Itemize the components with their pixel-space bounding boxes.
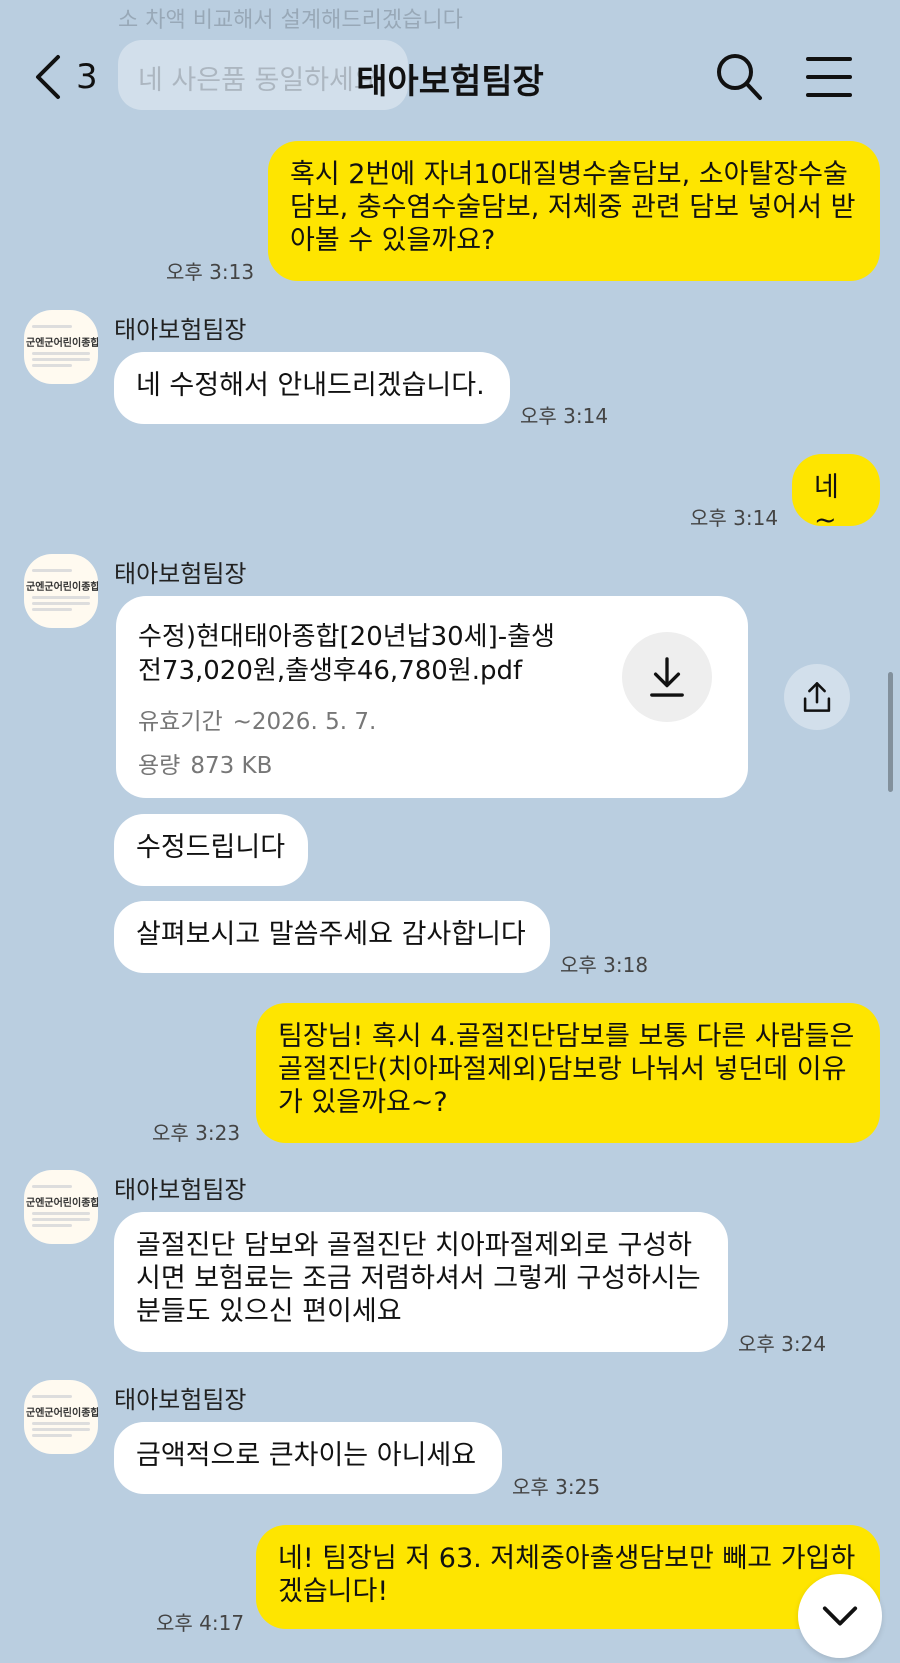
their-message-bubble[interactable]: 골절진단 담보와 골절진단 치아파절제외로 구성하 시면 보험료는 조금 저렴하… [114,1212,728,1352]
sender-name: 태아보험팀장 [114,560,247,588]
avatar-label: 군엔군어린이종합보험 [26,1198,98,1209]
message-time: 오후 4:17 [156,1611,245,1635]
their-message-bubble[interactable]: 네 수정해서 안내드리겠습니다. [114,352,510,424]
share-icon [803,682,831,712]
avatar-label: 군엔군어린이종합보험 [26,582,98,593]
sender-avatar[interactable]: 군엔군어린이종합보험 [24,1380,98,1454]
chat-header: 소 차액 비교해서 설계해드리겠습니다 네 사은품 동일하세요 3 태아보험팀장 [0,0,900,150]
file-size: 용량 873 KB [138,746,726,780]
sender-avatar[interactable]: 군엔군어린이종합보험 [24,310,98,384]
menu-button[interactable] [804,54,854,100]
chat-scrollbar[interactable] [888,672,893,792]
message-time: 오후 3:14 [520,404,609,428]
my-message-bubble[interactable]: 네~ [792,454,880,536]
chat-title: 태아보험팀장 [356,62,544,102]
their-message-bubble[interactable]: 금액적으로 큰차이는 아니세요 [114,1422,502,1494]
their-message-bubble[interactable]: 수정드립니다 [114,814,308,886]
message-time: 오후 3:13 [166,260,255,284]
file-size-value: 873 KB [190,753,273,779]
message-time: 오후 3:23 [152,1121,241,1145]
sender-avatar[interactable]: 군엔군어린이종합보험 [24,1170,98,1244]
sender-name: 태아보험팀장 [114,316,247,344]
message-time: 오후 3:14 [690,506,779,530]
file-size-label: 용량 [138,753,181,779]
share-button[interactable] [784,664,850,730]
message-time: 오후 3:24 [738,1332,827,1356]
file-validity-value: ~2026. 5. 7. [232,709,377,735]
download-icon [650,657,684,697]
sender-avatar[interactable]: 군엔군어린이종합보험 [24,554,98,628]
file-attachment-card[interactable]: 수정)현대태아종합[20년납30세]-출생 전73,020원,출생후46,780… [116,596,748,798]
ghost-previous-text: 소 차액 비교해서 설계해드리겠습니다 [118,8,463,33]
message-time: 오후 3:25 [512,1475,601,1499]
my-message-bubble[interactable]: 혹시 2번에 자녀10대질병수술담보, 소아탈장수술 담보, 충수염수술담보, … [268,141,880,281]
search-button[interactable] [714,50,764,104]
file-validity-label: 유효기간 [138,709,223,735]
hamburger-menu-icon [806,57,852,97]
sender-name: 태아보험팀장 [114,1386,247,1414]
my-message-bubble[interactable]: 팀장님! 혹시 4.골절진단담보를 보통 다른 사람들은 골절진단(치아파절제외… [256,1003,880,1143]
sender-name: 태아보험팀장 [114,1176,247,1204]
their-message-bubble[interactable]: 살펴보시고 말씀주세요 감사합니다 [114,901,550,973]
avatar-label: 군엔군어린이종합보험 [26,338,98,349]
message-time: 오후 3:18 [560,953,649,977]
chevron-down-icon [822,1606,858,1626]
search-icon [717,54,762,100]
file-name: 수정)현대태아종합[20년납30세]-출생 전73,020원,출생후46,780… [138,622,555,686]
download-button[interactable] [622,632,712,722]
scroll-to-bottom-button[interactable] [798,1574,882,1658]
avatar-label: 군엔군어린이종합보험 [26,1408,98,1419]
my-message-bubble[interactable]: 네! 팀장님 저 63. 저체중아출생담보만 빼고 가입하 겠습니다! [256,1525,880,1629]
